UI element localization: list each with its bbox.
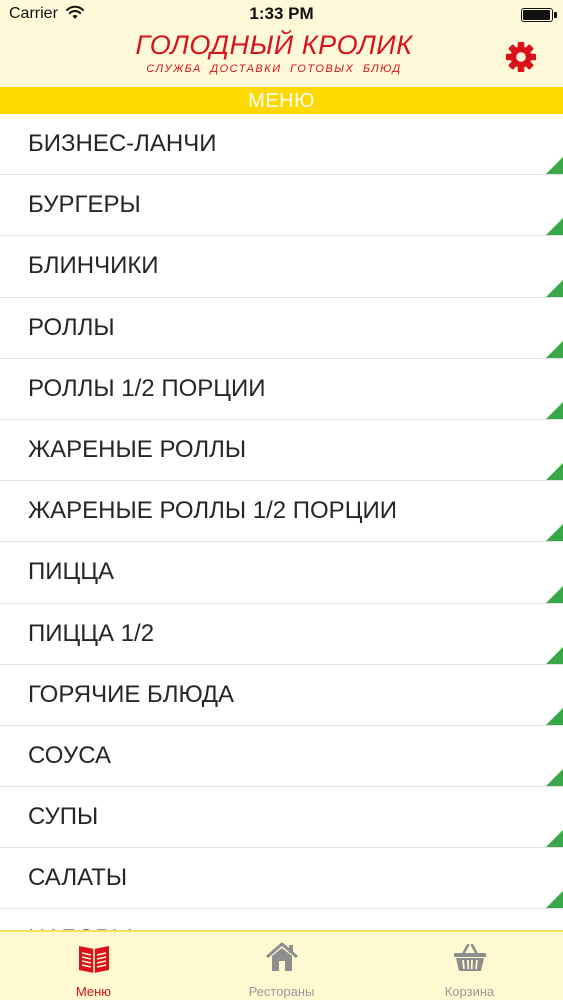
menu-category-label: БИЗНЕС-ЛАНЧИ [28, 130, 217, 157]
tab-bar: Меню Рестораны Корзина [0, 930, 563, 1000]
menu-category-row[interactable]: БЛИНЧИКИ [0, 236, 563, 298]
menu-category-label: ГОРЯЧИЕ БЛЮДА [28, 680, 235, 708]
corner-triangle-icon [546, 157, 563, 175]
battery-level [523, 10, 550, 20]
brand-title: ГОЛОДНЫЙ КРОЛИК [135, 30, 413, 60]
tab-restaurants[interactable]: Рестораны [188, 932, 375, 1000]
battery-icon [521, 8, 557, 22]
corner-triangle-icon [546, 463, 563, 481]
menu-category-label: СУПЫ [28, 803, 99, 831]
corner-triangle-icon [546, 891, 563, 909]
app-header: ГОЛОДНЫЙ КРОЛИК СЛУЖБА ДОСТАВКИ ГОТОВЫХ … [0, 30, 563, 87]
corner-triangle-icon [546, 646, 563, 664]
corner-triangle-icon [546, 218, 563, 236]
tab-cart-label: Корзина [444, 984, 495, 999]
tab-restaurants-label: Рестораны [248, 984, 315, 999]
status-bar: Carrier 1:33 PM [0, 0, 563, 30]
corner-triangle-icon [546, 401, 563, 419]
menu-category-row[interactable]: ПИЦЦА 1/2 [0, 604, 563, 665]
corner-triangle-icon [546, 524, 563, 542]
tab-cart[interactable]: Корзина [376, 932, 563, 1000]
tab-menu[interactable]: Меню [0, 932, 187, 1000]
corner-triangle-icon [546, 830, 563, 848]
menu-category-row[interactable]: СУПЫ [0, 787, 563, 849]
menu-category-label: РОЛЛЫ [28, 313, 115, 341]
menu-category-row[interactable]: ЖАРЕНЫЕ РОЛЛЫ 1/2 ПОРЦИИ [0, 481, 563, 543]
brand-subtitle: СЛУЖБА ДОСТАВКИ ГОТОВЫХ БЛЮД [146, 63, 402, 75]
menu-category-label: БЛИНЧИКИ [28, 252, 159, 280]
menu-category-label: САЛАТЫ [28, 864, 128, 892]
menu-category-label: ПИЦЦА [28, 558, 115, 586]
menu-category-label: РОЛЛЫ 1/2 ПОРЦИИ [28, 374, 266, 402]
menu-category-label: ЖАРЕНЫЕ РОЛЛЫ 1/2 ПОРЦИИ [28, 497, 397, 525]
tab-menu-label: Меню [75, 984, 112, 999]
corner-triangle-icon [546, 279, 563, 297]
menu-section-banner: МЕНЮ [0, 87, 563, 114]
menu-category-label: ЖАРЕНЫЕ РОЛЛЫ [28, 435, 247, 463]
gear-icon[interactable] [503, 39, 539, 75]
menu-category-list[interactable]: БИЗНЕС-ЛАНЧИ БУРГЕРЫ БЛИНЧИКИ РОЛЛЫ РОЛЛ… [0, 114, 563, 930]
corner-triangle-icon [546, 585, 563, 603]
corner-triangle-icon [546, 340, 563, 358]
corner-triangle-icon [546, 769, 563, 787]
menu-category-label: БУРГЕРЫ [28, 191, 141, 219]
menu-category-row[interactable]: ЖАРЕНЫЕ РОЛЛЫ [0, 420, 563, 482]
house-icon [266, 942, 298, 971]
menu-category-row[interactable]: ПИЦЦА [0, 542, 563, 604]
basket-icon [454, 943, 486, 971]
menu-category-row[interactable]: БИЗНЕС-ЛАНЧИ [0, 114, 563, 176]
menu-book-icon [79, 946, 109, 973]
menu-category-row[interactable]: СОУСА [0, 726, 563, 788]
menu-category-row[interactable]: РОЛЛЫ [0, 298, 563, 359]
menu-category-row[interactable]: САЛАТЫ [0, 848, 563, 910]
menu-category-row[interactable]: БУРГЕРЫ [0, 175, 563, 237]
menu-category-row[interactable]: ГОРЯЧИЕ БЛЮДА [0, 665, 563, 726]
menu-category-row[interactable]: РОЛЛЫ 1/2 ПОРЦИИ [0, 359, 563, 420]
corner-triangle-icon [546, 707, 563, 725]
menu-category-label: ПИЦЦА 1/2 [28, 619, 155, 647]
clock: 1:33 PM [249, 4, 314, 23]
menu-category-label: СОУСА [28, 741, 112, 769]
menu-category-row[interactable]: НАБОРЫ [0, 909, 563, 930]
